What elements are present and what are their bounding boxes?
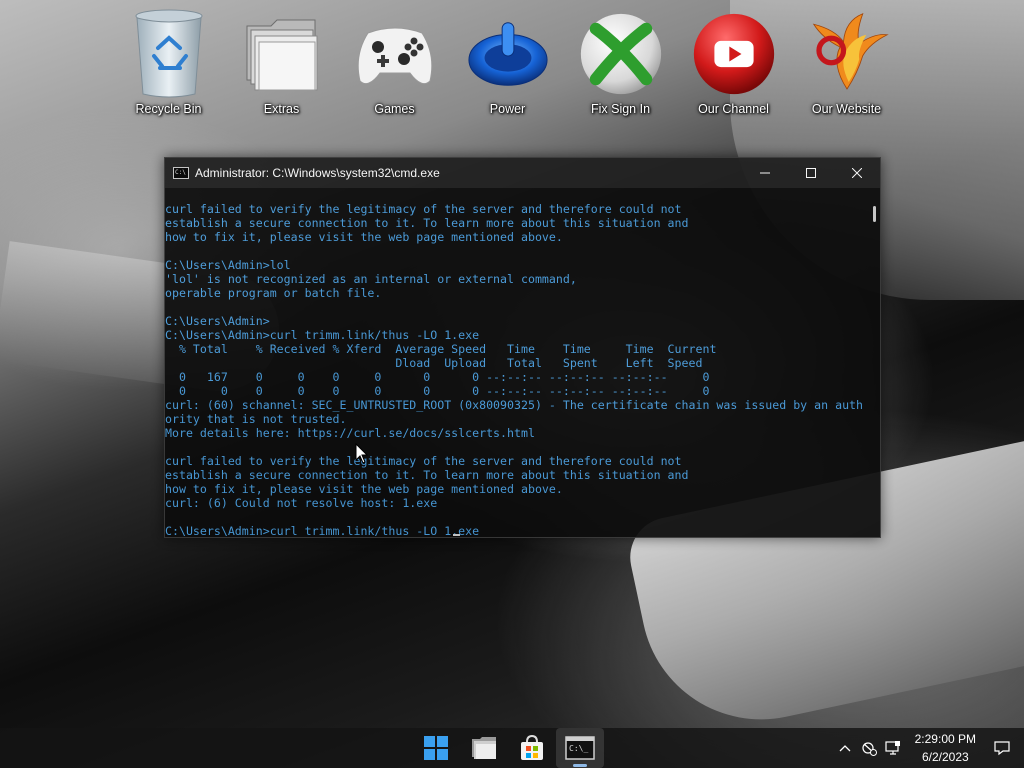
xbox-controller-icon [353,6,437,102]
desktop-icon-label: Recycle Bin [135,102,202,116]
desktop-icon-label: Our Channel [698,102,769,116]
text-cursor [453,534,460,536]
close-icon [852,168,862,178]
console-output[interactable]: curl failed to verify the legitimacy of … [165,188,866,537]
power-icon [466,6,550,102]
close-button[interactable] [834,158,880,188]
minimize-button[interactable] [742,158,788,188]
console-text: curl failed to verify the legitimacy of … [165,202,864,537]
window-controls [742,158,880,188]
maximize-button[interactable] [788,158,834,188]
xbox-logo-icon [579,6,663,102]
youtube-icon [692,6,776,102]
desktop-icon-fix-sign-in[interactable]: Fix Sign In [564,6,677,128]
display-icon [885,741,900,755]
desktop-icon-label: Fix Sign In [590,102,651,116]
minimize-icon [760,172,770,174]
taskbar: C:\_ 2:29:00 PM 6/2/2023 [0,728,1024,768]
system-tray: 2:29:00 PM 6/2/2023 [833,728,1024,768]
notification-icon [994,741,1010,756]
chevron-up-icon [839,745,851,752]
network-disconnected-icon [862,742,877,756]
desktop-icon-label: Power [489,102,526,116]
taskbar-apps: C:\_ [412,728,604,768]
command-prompt-taskbar-button[interactable]: C:\_ [556,728,604,768]
start-button[interactable] [412,728,460,768]
desktop-icon-power[interactable]: Power [451,6,564,128]
folder-icon [240,6,324,102]
phoenix-logo-icon [805,6,889,102]
show-hidden-icons-button[interactable] [833,728,857,768]
clock[interactable]: 2:29:00 PM 6/2/2023 [915,730,976,766]
notification-button[interactable] [990,728,1014,768]
clock-time: 2:29:00 PM [914,732,976,746]
desktop-icon-extras[interactable]: Extras [225,6,338,128]
desktop-icon-label: Games [374,102,415,116]
microsoft-store-icon [521,734,543,760]
windows-start-icon [424,736,448,760]
recycle-bin-icon [127,6,211,102]
scrollbar-thumb[interactable] [873,206,876,222]
maximize-icon [806,168,816,178]
clock-date: 6/2/2023 [921,750,969,764]
file-explorer-icon [472,737,496,759]
display-button[interactable] [881,728,905,768]
desktop-icon-label: Extras [263,102,300,116]
desktop-icon-label: Our Website [811,102,882,116]
cmd-icon: C:\ [173,167,189,179]
desktop-icon-grid: Recycle Bin Extras Games Power Fix Sign … [112,6,903,128]
window-titlebar[interactable]: C:\ Administrator: C:\Windows\system32\c… [165,158,880,188]
desktop-icon-games[interactable]: Games [338,6,451,128]
microsoft-store-button[interactable] [508,728,556,768]
desktop-icon-our-channel[interactable]: Our Channel [677,6,790,128]
desktop-icon-our-website[interactable]: Our Website [790,6,903,128]
network-button[interactable] [857,728,881,768]
file-explorer-button[interactable] [460,728,508,768]
command-prompt-window[interactable]: C:\ Administrator: C:\Windows\system32\c… [164,157,881,538]
mouse-pointer-icon [355,443,369,464]
terminal-icon: C:\_ [565,736,595,760]
desktop-icon-recycle-bin[interactable]: Recycle Bin [112,6,225,128]
window-title: Administrator: C:\Windows\system32\cmd.e… [195,166,440,180]
svg-text:C:\_: C:\_ [569,744,588,753]
